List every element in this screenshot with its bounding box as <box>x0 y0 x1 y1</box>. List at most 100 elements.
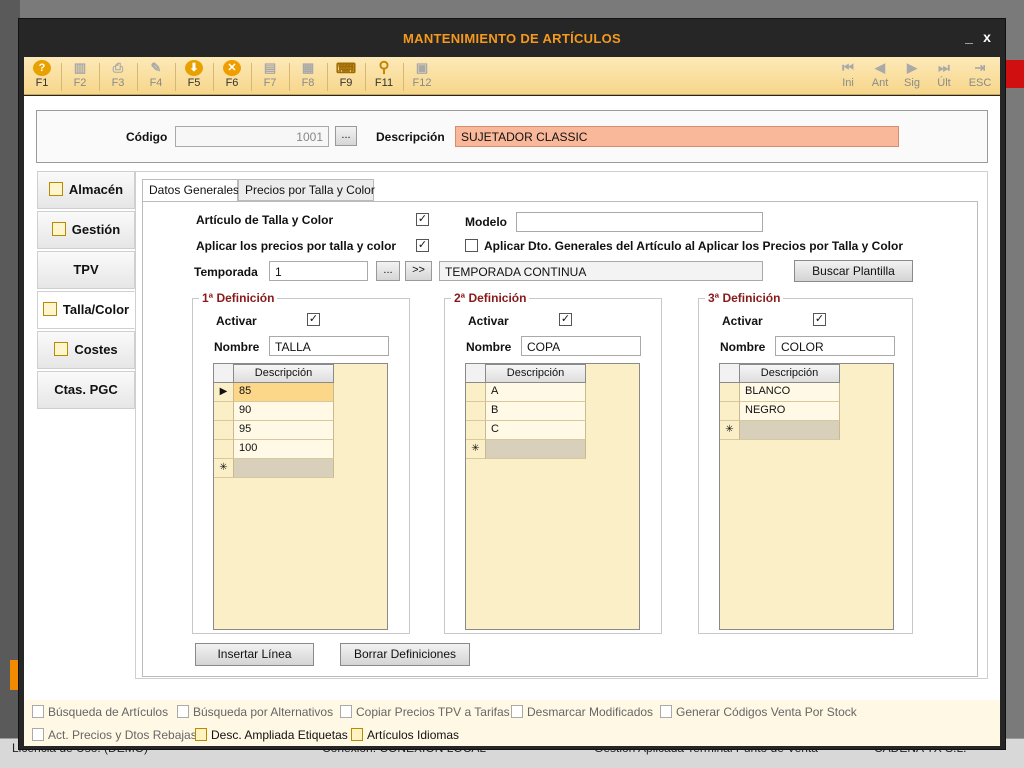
toolbar-key-label: F2 <box>73 77 87 89</box>
new-row-marker-icon: ✳ <box>214 459 234 478</box>
codigo-field[interactable]: 1001 <box>175 126 329 147</box>
grid-column-header[interactable]: Descripción <box>486 364 586 383</box>
close-button[interactable]: x <box>979 29 995 45</box>
nombre-label: Nombre <box>720 340 766 354</box>
document-icon <box>48 182 63 196</box>
toolbar-f11-button[interactable]: ⚲ F11 <box>366 60 402 92</box>
footer-link-label: Act. Precios y Dtos Rebajas <box>48 728 197 742</box>
side-tab-talla-color[interactable]: Talla/Color <box>37 291 135 329</box>
toolbar-f1-button[interactable]: ? F1 <box>24 60 60 92</box>
nav-sig-button[interactable]: ▶ Sig <box>894 60 930 92</box>
row-selector[interactable] <box>720 383 740 402</box>
nav-esc-button[interactable]: ⇥ ESC <box>962 60 998 92</box>
toolbar-f9-button[interactable]: ⌨ F9 <box>328 60 364 92</box>
nombre-field[interactable]: COPA <box>521 336 641 356</box>
footer-link-4[interactable]: Desmarcar Modificados <box>511 705 653 719</box>
row-cell[interactable] <box>486 440 586 459</box>
toolbar-f12-button[interactable]: ▣ F12 <box>404 60 440 92</box>
row-selector[interactable] <box>214 402 234 421</box>
temporada-lookup-button[interactable]: ... <box>376 261 400 281</box>
row-cell[interactable]: A <box>486 383 586 402</box>
toolbar-f5-button[interactable]: ⬇ F5 <box>176 60 212 92</box>
row-selector[interactable] <box>466 421 486 440</box>
footer-link-7[interactable]: Desc. Ampliada Etiquetas <box>195 728 348 742</box>
grid-new-row[interactable]: ✳ <box>720 421 840 440</box>
temporada-field[interactable]: 1 <box>269 261 368 281</box>
footer-link-2[interactable]: Búsqueda por Alternativos <box>177 705 333 719</box>
toolbar-key-label: F4 <box>149 77 163 89</box>
row-cell[interactable]: C <box>486 421 586 440</box>
grid-column-header[interactable]: Descripción <box>740 364 840 383</box>
tab-precios-talla-color[interactable]: Precios por Talla y Color <box>238 179 375 201</box>
borrar-definiciones-button[interactable]: Borrar Definiciones <box>340 643 470 666</box>
add-document-icon <box>42 302 57 316</box>
nombre-field[interactable]: TALLA <box>269 336 389 356</box>
descripcion-field[interactable]: SUJETADOR CLASSIC <box>455 126 899 147</box>
grid-row[interactable]: C <box>466 421 586 440</box>
grid-row[interactable]: B <box>466 402 586 421</box>
row-cell[interactable]: 95 <box>234 421 334 440</box>
footer-link-6[interactable]: Act. Precios y Dtos Rebajas <box>32 728 197 742</box>
row-selector[interactable] <box>214 421 234 440</box>
toolbar-key-label: F12 <box>412 77 432 89</box>
footer-link-8[interactable]: Artículos Idiomas <box>351 728 459 742</box>
tab-datos-generales[interactable]: Datos Generales <box>142 179 239 202</box>
grid-new-row[interactable]: ✳ <box>214 459 334 478</box>
document-icon <box>511 705 523 718</box>
row-selector[interactable] <box>466 402 486 421</box>
toolbar-f3-button[interactable]: ⎙ F3 <box>100 60 136 92</box>
minimize-button[interactable]: _ <box>961 29 977 45</box>
delete-icon: ▥ <box>73 60 87 75</box>
row-cell[interactable]: 90 <box>234 402 334 421</box>
row-cell[interactable]: 85 <box>234 383 334 402</box>
grid-row[interactable]: NEGRO <box>720 402 840 421</box>
side-tab-gesti-n[interactable]: Gestión <box>37 211 135 249</box>
footer-link-1[interactable]: Búsqueda de Artículos <box>32 705 168 719</box>
grid-row[interactable]: 100 <box>214 440 334 459</box>
row-cell[interactable]: BLANCO <box>740 383 840 402</box>
footer-link-5[interactable]: Generar Códigos Venta Por Stock <box>660 705 857 719</box>
nav-ant-button[interactable]: ◀ Ant <box>862 60 898 92</box>
modelo-field[interactable] <box>516 212 763 232</box>
side-tab-ctas-pgc[interactable]: Ctas. PGC <box>37 371 135 409</box>
temporada-open-button[interactable]: >> <box>405 261 432 281</box>
grid-column-header[interactable]: Descripción <box>234 364 334 383</box>
row-cell[interactable]: 100 <box>234 440 334 459</box>
talla-color-checkbox[interactable]: ✓ <box>416 213 429 226</box>
row-selector[interactable] <box>720 402 740 421</box>
toolbar-f7-button[interactable]: ▤ F7 <box>252 60 288 92</box>
aplicar-dto-checkbox[interactable] <box>465 239 478 252</box>
nav-ini-button[interactable]: ⏮ Ini <box>830 60 866 92</box>
nav-últ-button[interactable]: ⏭ Últ <box>926 60 962 92</box>
side-tab-almac-n[interactable]: Almacén <box>37 171 135 209</box>
row-selector[interactable]: ▶ <box>214 383 234 402</box>
toolbar-f6-button[interactable]: ✕ F6 <box>214 60 250 92</box>
activar-checkbox[interactable]: ✓ <box>813 313 826 326</box>
row-cell[interactable] <box>740 421 840 440</box>
codigo-lookup-button[interactable]: ... <box>335 126 357 146</box>
grid-row[interactable]: 95 <box>214 421 334 440</box>
side-tab-label: Ctas. PGC <box>54 382 118 397</box>
footer-link-3[interactable]: Copiar Precios TPV a Tarifas <box>340 705 510 719</box>
row-cell[interactable] <box>234 459 334 478</box>
grid-row[interactable]: 90 <box>214 402 334 421</box>
toolbar-f2-button[interactable]: ▥ F2 <box>62 60 98 92</box>
side-tab-costes[interactable]: Costes <box>37 331 135 369</box>
buscar-plantilla-button[interactable]: Buscar Plantilla <box>794 260 913 282</box>
toolbar-f4-button[interactable]: ✎ F4 <box>138 60 174 92</box>
grid-row[interactable]: A <box>466 383 586 402</box>
nombre-field[interactable]: COLOR <box>775 336 895 356</box>
insertar-linea-button[interactable]: Insertar Línea <box>195 643 314 666</box>
grid-new-row[interactable]: ✳ <box>466 440 586 459</box>
activar-checkbox[interactable]: ✓ <box>559 313 572 326</box>
activar-checkbox[interactable]: ✓ <box>307 313 320 326</box>
row-selector[interactable] <box>214 440 234 459</box>
row-cell[interactable]: NEGRO <box>740 402 840 421</box>
row-cell[interactable]: B <box>486 402 586 421</box>
side-tab-tpv[interactable]: TPV <box>37 251 135 289</box>
grid-row[interactable]: ▶ 85 <box>214 383 334 402</box>
row-selector[interactable] <box>466 383 486 402</box>
toolbar-f8-button[interactable]: ▦ F8 <box>290 60 326 92</box>
grid-row[interactable]: BLANCO <box>720 383 840 402</box>
aplicar-precios-checkbox[interactable]: ✓ <box>416 239 429 252</box>
